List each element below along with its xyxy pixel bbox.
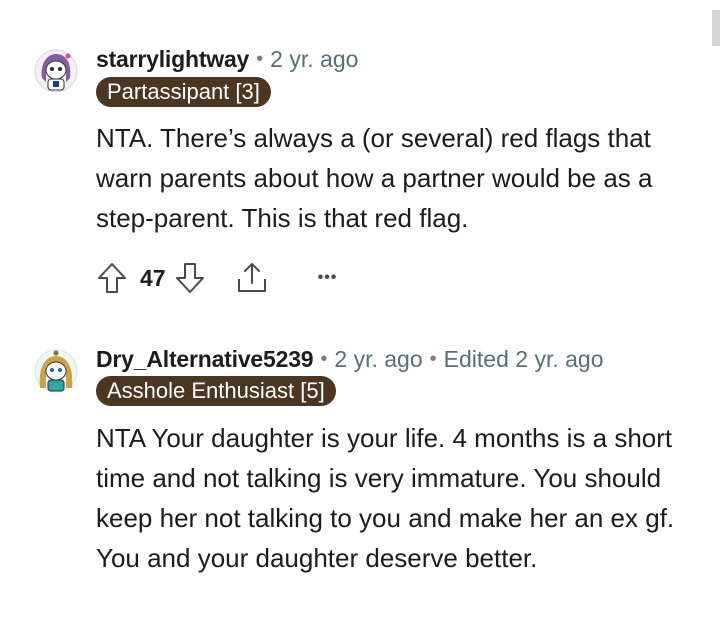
meta-separator: • bbox=[429, 347, 437, 370]
edited-label: Edited 2 yr. ago bbox=[443, 345, 604, 372]
snoo-avatar-icon bbox=[34, 349, 78, 393]
user-flair: Asshole Enthusiast [5] bbox=[96, 376, 336, 406]
username-link[interactable]: starrylightway bbox=[96, 46, 249, 73]
comment-body: NTA. There’s always a (or several) red f… bbox=[96, 123, 653, 233]
downvote-icon[interactable] bbox=[174, 261, 206, 295]
comment-actions: 47 ••• bbox=[96, 258, 337, 298]
comment-meta: starrylightway • 2 yr. ago bbox=[96, 44, 358, 74]
meta-separator: • bbox=[256, 47, 264, 70]
snoo-avatar-icon bbox=[34, 49, 78, 93]
user-avatar[interactable] bbox=[34, 348, 78, 394]
share-icon[interactable] bbox=[234, 261, 270, 295]
user-flair: Partassipant [3] bbox=[96, 77, 271, 107]
comment-meta: Dry_Alternative5239 • 2 yr. ago • Edited… bbox=[96, 344, 604, 374]
username-link[interactable]: Dry_Alternative5239 bbox=[96, 346, 314, 373]
timestamp[interactable]: 2 yr. ago bbox=[334, 346, 422, 373]
user-avatar[interactable] bbox=[34, 48, 78, 94]
vote-count: 47 bbox=[140, 264, 166, 291]
timestamp[interactable]: 2 yr. ago bbox=[270, 46, 358, 73]
upvote-icon[interactable] bbox=[96, 261, 128, 295]
more-options-icon[interactable]: ••• bbox=[318, 269, 338, 287]
meta-separator: • bbox=[320, 347, 328, 370]
comment-thread: starrylightway • 2 yr. ago Partassipant … bbox=[0, 0, 720, 636]
comment-body: NTA Your daughter is your life. 4 months… bbox=[96, 423, 675, 573]
scrollbar[interactable] bbox=[712, 10, 720, 46]
